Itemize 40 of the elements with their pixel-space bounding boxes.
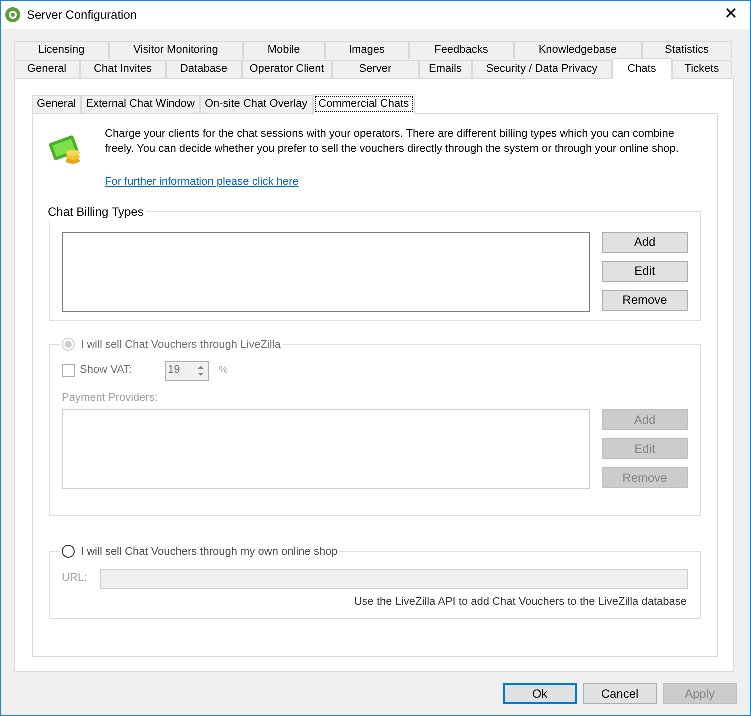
api-note: Use the LiveZilla API to add Chat Vouchers to the LiveZilla database	[353, 594, 687, 610]
tab[interactable]: Visitor Monitoring	[109, 41, 243, 59]
close-button[interactable]: ✕	[716, 3, 746, 27]
tab[interactable]: Server	[332, 60, 419, 78]
tab[interactable]: Chats	[612, 58, 672, 79]
info-link[interactable]: For further information please click here	[105, 174, 299, 190]
providers-label: Payment Providers:	[62, 390, 159, 406]
tab[interactable]: Commercial Chats	[312, 94, 416, 114]
button[interactable]: Edit	[602, 260, 688, 282]
tab[interactable]: Database	[166, 60, 242, 78]
button[interactable]: Add	[602, 232, 688, 252]
gear-icon	[5, 7, 21, 23]
button[interactable]: Remove	[602, 290, 688, 310]
tab[interactable]: Statistics	[642, 41, 732, 59]
tab[interactable]: Knowledgebase	[514, 41, 642, 59]
radio-label: I will sell Chat Vouchers through my own online shop	[81, 544, 338, 560]
tab[interactable]: On-site Chat Overlay	[200, 95, 313, 113]
tab[interactable]: Licensing	[14, 41, 109, 59]
radio-label: I will sell Chat Vouchers through LiveZilla	[81, 338, 281, 352]
button[interactable]: Cancel	[583, 683, 657, 704]
tab[interactable]: Images	[325, 41, 409, 59]
checkbox-label: Show VAT:	[80, 363, 134, 378]
tab[interactable]: Emails	[419, 60, 472, 78]
tab[interactable]: Tickets	[672, 60, 732, 78]
intro-text: Charge your clients for the chat sessions with your operators. There are different billing types which you can combine freely. You can decide whether you prefer to sell the vouchers directly through the system or through your online shop.	[105, 127, 680, 157]
button[interactable]: Ok	[503, 683, 577, 704]
window-title: Server Configuration	[27, 7, 138, 24]
tab[interactable]: Security / Data Privacy	[472, 60, 612, 78]
billing-types-list[interactable]	[62, 232, 590, 312]
radio-button[interactable]	[62, 545, 75, 558]
payment-providers-list[interactable]	[62, 409, 590, 489]
url-label: URL:	[62, 571, 88, 586]
tab[interactable]: General	[14, 60, 80, 78]
tab[interactable]: External Chat Window	[81, 95, 200, 113]
tab[interactable]: Chat Invites	[80, 60, 166, 78]
tab[interactable]: General	[32, 95, 82, 113]
percent-label: %	[219, 364, 228, 378]
tab[interactable]: Feedbacks	[409, 41, 514, 59]
tab[interactable]: Mobile	[243, 41, 325, 59]
tab[interactable]: Operator Client	[242, 60, 332, 78]
